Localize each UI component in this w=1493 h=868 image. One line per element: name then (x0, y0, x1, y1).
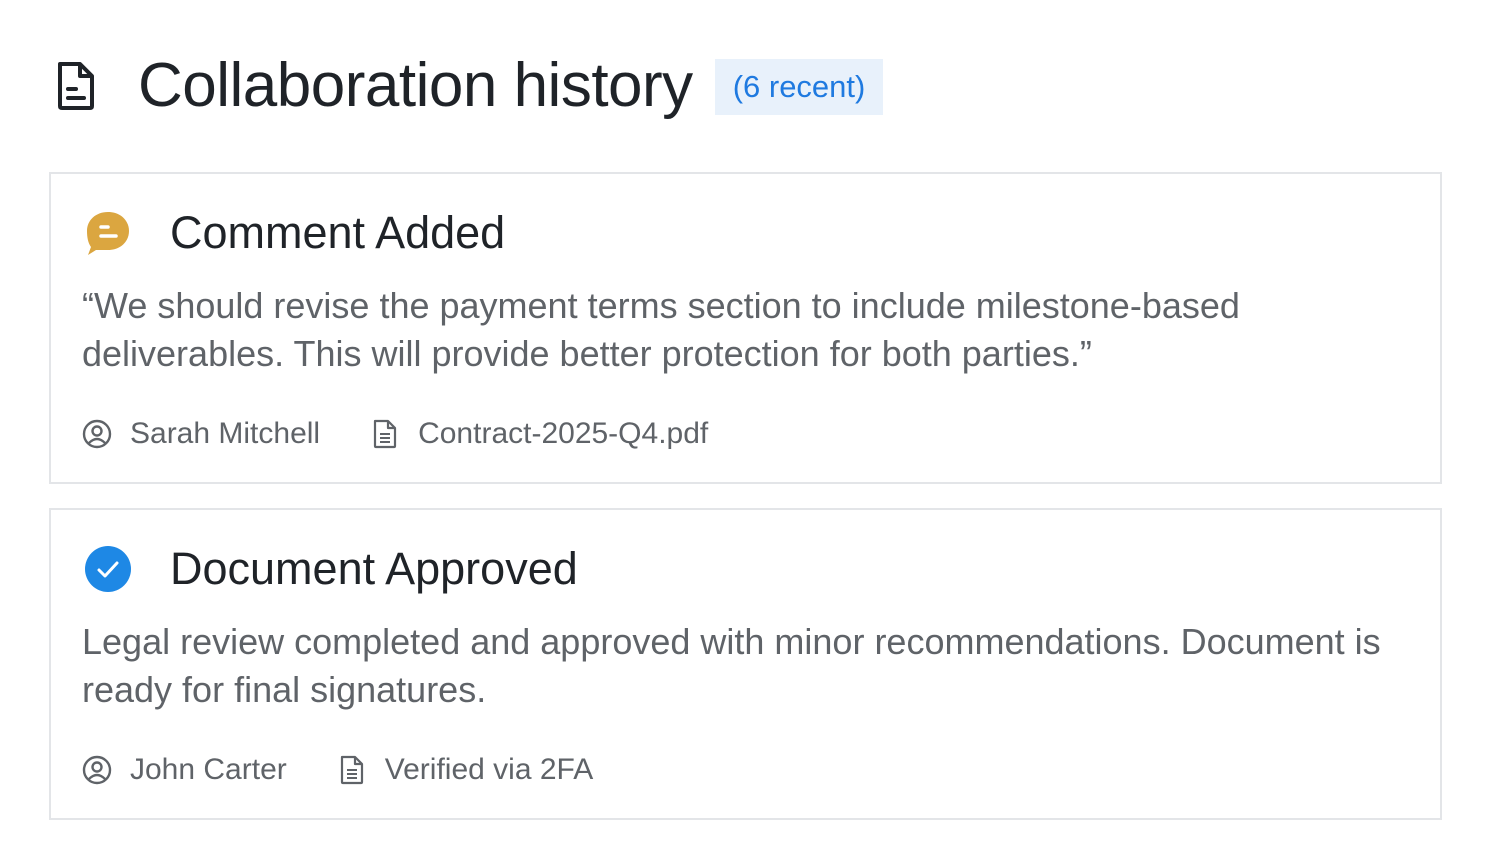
activity-attachment[interactable]: Contract-2025-Q4.pdf (370, 417, 708, 451)
user-name: John Carter (130, 753, 287, 786)
activity-verification: Verified via 2FA (337, 753, 593, 787)
file-text-icon (370, 418, 400, 450)
activity-card: Document Approved Legal review completed… (49, 508, 1442, 820)
activity-description: Legal review completed and approved with… (82, 621, 1381, 710)
activity-user: John Carter (82, 753, 287, 787)
recent-count-badge: (6 recent) (714, 59, 884, 115)
activity-title: Comment Added (170, 207, 506, 258)
document-icon (52, 54, 100, 118)
activity-description: “We should revise the payment terms sect… (82, 285, 1240, 374)
verification-text: Verified via 2FA (384, 753, 594, 786)
file-text-icon (337, 754, 367, 786)
page-title: Collaboration history (138, 51, 693, 120)
activity-header: Document Approved (84, 544, 578, 594)
user-circle-icon (82, 418, 112, 450)
activity-user: Sarah Mitchell (82, 417, 320, 451)
activity-card: Comment Added “We should revise the paym… (49, 172, 1442, 484)
check-circle-icon (84, 545, 132, 593)
activity-meta: John Carter Verified via 2FA (82, 750, 643, 790)
activity-title: Document Approved (170, 543, 578, 594)
user-name: Sarah Mitchell (130, 417, 321, 450)
user-circle-icon (82, 754, 112, 786)
attachment-name[interactable]: Contract-2025-Q4.pdf (418, 417, 708, 451)
header: Collaboration history (6 recent) (52, 51, 884, 120)
activity-header: Comment Added (84, 208, 505, 258)
activity-meta: Sarah Mitchell Contract-2025-Q4.pdf (82, 414, 758, 454)
comment-bubble-icon (84, 209, 132, 257)
collaboration-history-panel: Collaboration history (6 recent) Comment… (0, 0, 1493, 868)
